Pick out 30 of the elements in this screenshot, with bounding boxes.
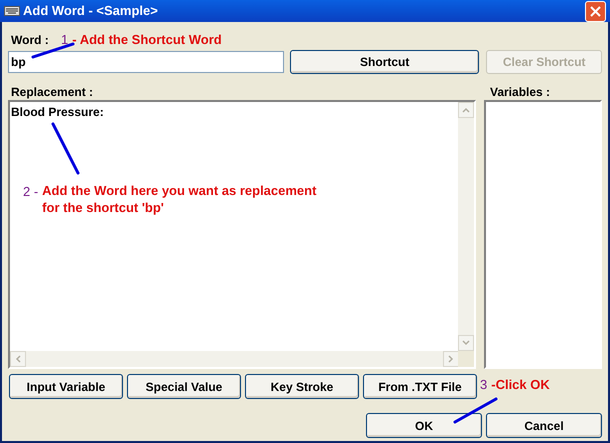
insert-button[interactable]: Key Stroke (245, 374, 359, 399)
close-icon (590, 6, 601, 16)
variables-list[interactable] (484, 100, 602, 369)
horizontal-scrollbar[interactable] (10, 351, 459, 367)
step-number: 3 (480, 376, 488, 394)
insert-button[interactable]: From .TXT File (363, 374, 477, 399)
scroll-down-icon (458, 335, 474, 351)
close-button[interactable] (585, 0, 606, 22)
vertical-scrollbar[interactable] (458, 102, 474, 351)
insert-button[interactable]: Input Variable (9, 374, 123, 399)
field-label: Word : (11, 32, 49, 49)
annotation-text: Add the Word here you want as replacement for the shortcut 'bp' (42, 182, 318, 216)
annotation-text: -Click OK (491, 376, 550, 394)
scroll-left-icon (10, 351, 26, 367)
shortcut-button[interactable]: Shortcut (290, 50, 480, 74)
ok-button[interactable]: OK (366, 413, 482, 438)
window-title: Add Word - <Sample> (23, 2, 158, 20)
insert-button[interactable]: Special Value (127, 374, 241, 399)
scroll-right-icon (443, 351, 459, 367)
keyboard-icon (4, 6, 20, 16)
scroll-up-icon (458, 102, 474, 118)
step-number: 1 (61, 31, 68, 49)
word-field[interactable]: bp (8, 51, 284, 73)
annotation-text: - Add the Shortcut Word (72, 31, 222, 49)
replacement-text: Blood Pressure: (11, 104, 104, 121)
step-number: 2 - (23, 183, 38, 201)
field-label: Replacement : (11, 84, 94, 98)
size-grip (458, 351, 474, 367)
cancel-button[interactable]: Cancel (486, 413, 602, 438)
field-label: Variables : (490, 84, 550, 98)
